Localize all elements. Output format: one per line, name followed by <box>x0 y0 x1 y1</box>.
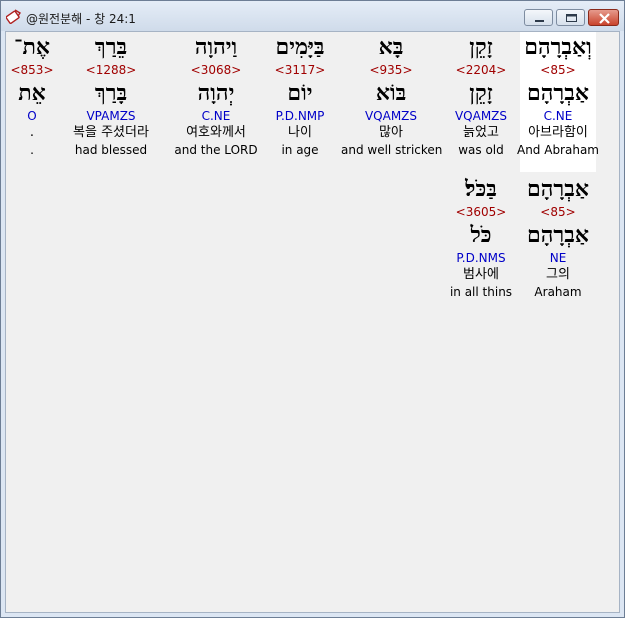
window-title: @원전분해 - 창 24:1 <box>26 12 136 26</box>
hebrew-lemma: יְהוָה <box>197 80 235 106</box>
title-bar[interactable]: @원전분해 - 창 24:1 <box>1 1 624 31</box>
korean-gloss: 범사에 <box>463 267 499 282</box>
analysis-pane: וְאַבְרָהָם <85> אַבְרָהָם C.NE 아브라함이 An… <box>5 31 620 613</box>
hebrew-word: בָּא <box>378 34 404 60</box>
english-gloss: was old <box>458 143 504 157</box>
minimize-button[interactable] <box>524 9 553 26</box>
word-cell[interactable]: וְאַבְרָהָם <85> אַבְרָהָם C.NE 아브라함이 An… <box>517 32 599 172</box>
morphology-code: VQAMZS <box>364 109 418 123</box>
strong-number: <3068> <box>190 63 242 77</box>
word-cell[interactable]: בַּכֹּל׃ <3605> כֹּל P.D.NMS 범사에 in all … <box>443 174 519 300</box>
word-cell[interactable]: בֵּרַךְ <1288> בָּרַךְ VPAMZS 복을 주셨더라 ha… <box>73 32 149 158</box>
hebrew-word: בַּכֹּל׃ <box>465 176 497 202</box>
english-gloss: . <box>30 143 34 157</box>
app-logo-icon <box>6 9 21 24</box>
hebrew-lemma: בּוֹא <box>375 80 407 106</box>
hebrew-lemma: כֹּל <box>470 222 492 248</box>
app-window: @원전분해 - 창 24:1 וְאַבְרָהָם <85> אַבְרָהָ… <box>0 0 625 618</box>
word-cell[interactable]: אַבְרָהָם <85> אַבְרָהָם NE 그의 Araham <box>520 174 596 300</box>
word-cell[interactable]: זָקֵן <2204> זָקֵן VQAMZS 늙었고 was old <box>443 32 519 158</box>
word-cell[interactable]: בָּא <935> בּוֹא VQAMZS 많아 and well stri… <box>341 32 442 158</box>
english-gloss: and well stricken <box>341 143 443 157</box>
english-gloss: in all thins <box>449 285 513 299</box>
english-gloss: and the LORD <box>174 143 258 157</box>
hebrew-word: זָקֵן <box>469 34 493 60</box>
strong-number: <2204> <box>455 63 507 77</box>
morphology-code: P.D.NMS <box>456 251 506 265</box>
korean-gloss: 늙었고 <box>463 125 499 140</box>
hebrew-lemma: זָקֵן <box>469 80 493 106</box>
hebrew-word: אֶת־ <box>14 34 50 60</box>
word-cell[interactable]: בַּיָּמִים <3117> יוֹם P.D.NMP 나이 in age <box>262 32 338 158</box>
strong-number: <3605> <box>455 205 507 219</box>
morphology-code: VQAMZS <box>454 109 508 123</box>
word-cell[interactable]: וַיהוָה <3068> יְהוָה C.NE 여호와께서 and the… <box>174 32 257 158</box>
strong-number: <853> <box>10 63 54 77</box>
korean-gloss: 여호와께서 <box>186 125 246 140</box>
close-button[interactable] <box>588 9 619 26</box>
korean-gloss: . <box>29 125 35 140</box>
korean-gloss: 많아 <box>379 125 403 140</box>
word-cell[interactable]: אֶת־ <853> אֵת O . . <box>0 32 70 158</box>
minimize-icon <box>535 20 544 22</box>
maximize-icon <box>566 14 577 22</box>
strong-number: <935> <box>369 63 413 77</box>
hebrew-word: וַיהוָה <box>194 34 238 60</box>
morphology-code: O <box>27 109 37 123</box>
morphology-code: C.NE <box>201 109 231 123</box>
hebrew-lemma: אֵת <box>18 80 46 106</box>
close-icon <box>599 13 610 24</box>
maximize-button[interactable] <box>556 9 585 26</box>
